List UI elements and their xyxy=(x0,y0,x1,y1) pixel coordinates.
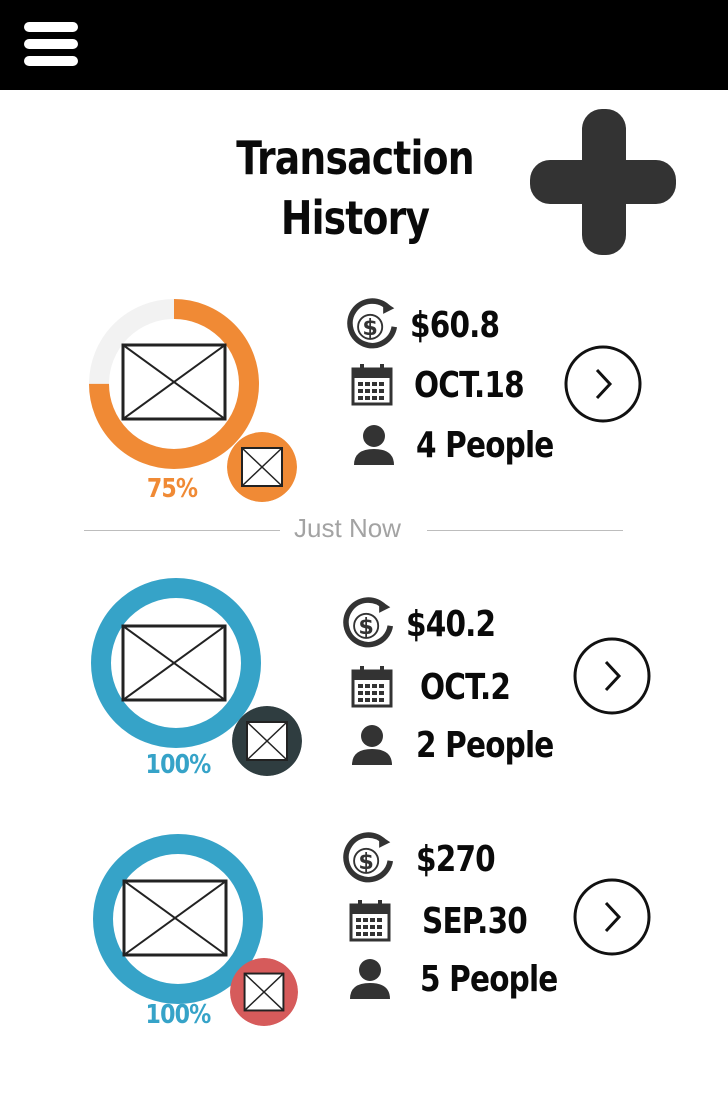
person-icon xyxy=(350,720,402,770)
avatar xyxy=(230,958,298,1026)
avatar xyxy=(227,432,297,502)
amount-row: $ $60.8 xyxy=(346,298,519,350)
amount-row: $ $270 xyxy=(342,832,512,884)
divider-label: Just Now xyxy=(294,513,401,543)
svg-text:$: $ xyxy=(362,315,378,341)
person-icon xyxy=(348,954,400,1004)
dollar-refresh-icon: $ xyxy=(346,298,398,350)
transaction-date: OCT.18 xyxy=(414,364,525,406)
page-title-line1: Transaction xyxy=(236,131,474,185)
view-transaction-button[interactable] xyxy=(572,877,652,957)
amount-row: $ $40.2 xyxy=(342,597,515,649)
transaction-amount: $40.2 xyxy=(406,603,496,645)
dollar-refresh-icon: $ xyxy=(342,832,394,884)
transaction-people: 5 People xyxy=(420,958,558,1000)
view-transaction-button[interactable] xyxy=(572,636,652,716)
avatar xyxy=(232,706,302,776)
transaction-people: 2 People xyxy=(416,724,554,766)
date-row: OCT.18 xyxy=(350,360,548,410)
transaction-date: OCT.2 xyxy=(420,666,511,708)
calendar-icon xyxy=(350,360,402,410)
transaction-date: SEP.30 xyxy=(422,900,528,942)
person-icon xyxy=(352,420,404,470)
people-row: 2 People xyxy=(350,720,584,770)
plus-icon xyxy=(530,109,676,255)
page-title: Transaction History xyxy=(228,128,482,248)
progress-percent-label: 100% xyxy=(145,750,212,780)
people-row: 5 People xyxy=(348,954,588,1004)
top-bar xyxy=(0,0,728,90)
transaction-amount: $270 xyxy=(416,838,496,880)
dollar-refresh-icon: $ xyxy=(342,597,394,649)
svg-text:$: $ xyxy=(358,614,374,640)
hamburger-menu-icon[interactable] xyxy=(22,20,82,68)
image-placeholder-icon xyxy=(121,624,227,702)
date-row: SEP.30 xyxy=(348,896,550,946)
image-placeholder-icon xyxy=(122,879,228,957)
image-placeholder-icon xyxy=(121,343,227,421)
divider-right xyxy=(427,530,623,531)
transaction-amount: $60.8 xyxy=(410,304,500,346)
svg-text:$: $ xyxy=(358,849,374,875)
progress-percent-label: 100% xyxy=(145,1000,212,1030)
view-transaction-button[interactable] xyxy=(563,344,643,424)
progress-percent-label: 75% xyxy=(146,474,198,504)
page-title-line2: History xyxy=(280,191,430,245)
transaction-people: 4 People xyxy=(416,424,554,466)
calendar-icon xyxy=(348,896,400,946)
calendar-icon xyxy=(350,662,402,712)
people-row: 4 People xyxy=(352,420,584,470)
add-transaction-button[interactable] xyxy=(528,107,678,257)
date-row: OCT.2 xyxy=(350,662,530,712)
divider-left xyxy=(84,530,280,531)
